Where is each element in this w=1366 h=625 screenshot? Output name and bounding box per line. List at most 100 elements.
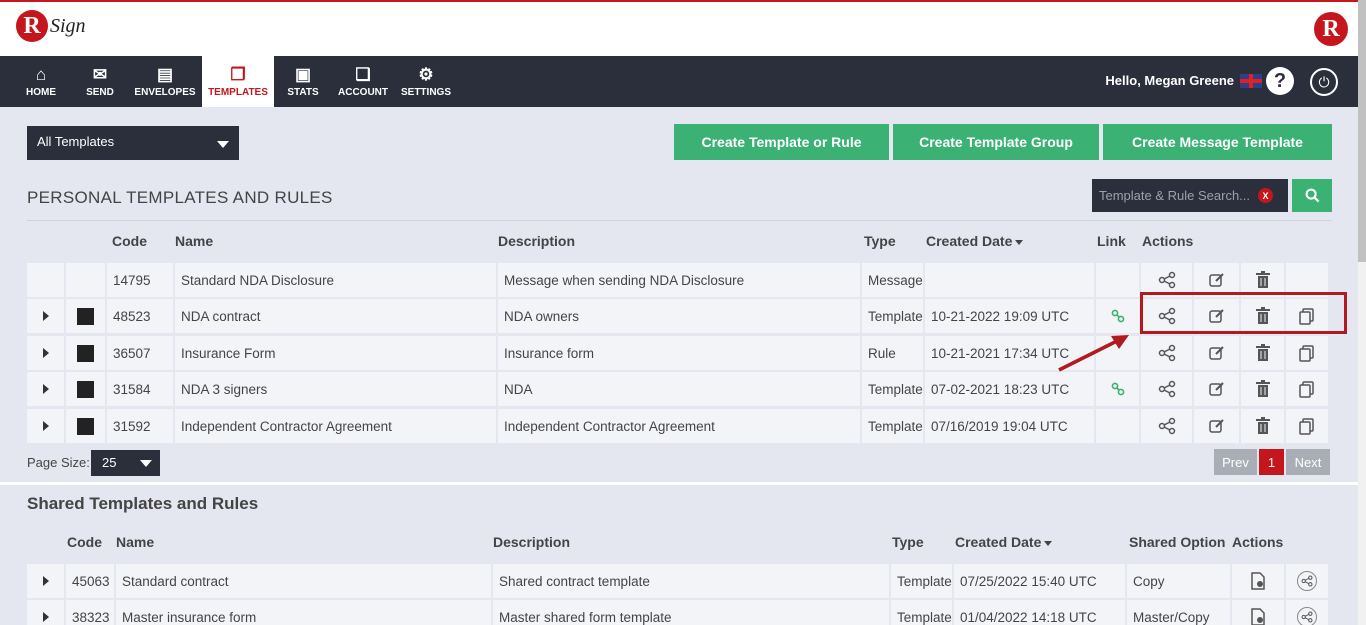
document-settings-icon[interactable]	[1250, 572, 1266, 590]
select-cell[interactable]	[66, 299, 107, 333]
clear-search-icon[interactable]: X	[1258, 188, 1273, 203]
share-icon[interactable]	[1158, 380, 1176, 398]
expand-cell[interactable]	[27, 336, 66, 370]
row-checkbox[interactable]	[77, 417, 94, 435]
trash-icon[interactable]	[1255, 380, 1271, 398]
nav-templates[interactable]: ❐ TEMPLATES	[202, 56, 274, 107]
help-button[interactable]: ?	[1266, 67, 1294, 95]
row-checkbox[interactable]	[77, 380, 94, 398]
copy-cell[interactable]	[1286, 372, 1330, 406]
edit-icon[interactable]	[1208, 344, 1226, 362]
create-template-group-button[interactable]: Create Template Group	[893, 124, 1099, 160]
row-checkbox[interactable]	[77, 307, 94, 325]
expand-cell[interactable]	[27, 299, 66, 333]
nav-account[interactable]: ❏ ACCOUNT	[336, 56, 390, 107]
shared-col-name[interactable]: Name	[116, 534, 154, 550]
share-circle-icon[interactable]	[1297, 571, 1317, 591]
user-greeting[interactable]: Hello, Megan Greene	[1105, 73, 1262, 88]
nav-home[interactable]: ⌂ HOME	[18, 56, 64, 107]
col-description[interactable]: Description	[498, 233, 575, 249]
expand-cell[interactable]	[27, 263, 66, 297]
link-cell	[1096, 409, 1141, 443]
trash-icon[interactable]	[1255, 417, 1271, 435]
doc-action-cell[interactable]	[1232, 564, 1286, 598]
delete-cell[interactable]	[1241, 372, 1286, 406]
template-filter-select[interactable]: All Templates	[27, 126, 239, 160]
expand-arrow-icon[interactable]	[42, 421, 49, 431]
copy-icon[interactable]	[1298, 344, 1316, 362]
expand-cell[interactable]	[27, 564, 66, 598]
share-cell[interactable]	[1286, 564, 1330, 598]
col-name[interactable]: Name	[175, 233, 213, 249]
nav-stats[interactable]: ▣ STATS	[282, 56, 324, 107]
scrollbar[interactable]	[1358, 0, 1366, 625]
share-cell[interactable]	[1141, 336, 1194, 370]
select-cell[interactable]	[66, 263, 107, 297]
delete-cell[interactable]	[1241, 336, 1286, 370]
uk-flag-icon[interactable]	[1240, 73, 1262, 88]
scrollbar-thumb[interactable]	[1358, 0, 1366, 262]
expand-cell[interactable]	[27, 600, 66, 625]
type-cell: Message	[862, 263, 925, 297]
nav-envelopes[interactable]: ▤ ENVELOPES	[132, 56, 198, 107]
expand-arrow-icon[interactable]	[42, 576, 49, 586]
edit-icon[interactable]	[1208, 380, 1226, 398]
share-cell[interactable]	[1141, 409, 1194, 443]
delete-cell[interactable]	[1241, 409, 1286, 443]
logout-button[interactable]: ⏻	[1310, 68, 1338, 96]
name-cell: Standard NDA Disclosure	[175, 263, 498, 297]
nav-settings[interactable]: ⚙ SETTINGS	[400, 56, 452, 107]
col-type[interactable]: Type	[864, 233, 896, 249]
select-cell[interactable]	[66, 409, 107, 443]
edit-icon[interactable]	[1208, 417, 1226, 435]
copy-cell[interactable]	[1286, 409, 1330, 443]
share-icon[interactable]	[1158, 344, 1176, 362]
link-icon[interactable]	[1111, 309, 1125, 323]
share-cell[interactable]	[1141, 372, 1194, 406]
expand-arrow-icon[interactable]	[42, 348, 49, 358]
share-cell[interactable]	[1286, 600, 1330, 625]
row-checkbox[interactable]	[77, 344, 94, 362]
edit-cell[interactable]	[1194, 372, 1241, 406]
link-icon[interactable]	[1111, 382, 1125, 396]
shared-col-type[interactable]: Type	[892, 534, 924, 550]
share-icon[interactable]	[1158, 271, 1176, 289]
page-1-button[interactable]: 1	[1259, 449, 1284, 475]
share-icon[interactable]	[1301, 611, 1313, 623]
template-search-input[interactable]: Template & Rule Search... X	[1092, 179, 1288, 212]
shared-col-description[interactable]: Description	[493, 534, 570, 550]
edit-cell[interactable]	[1194, 409, 1241, 443]
trash-icon[interactable]	[1255, 344, 1271, 362]
select-cell[interactable]	[66, 372, 107, 406]
created-date-cell: 10-21-2022 19:09 UTC	[925, 299, 1096, 333]
create-message-template-button[interactable]: Create Message Template	[1103, 124, 1332, 160]
share-circle-icon[interactable]	[1297, 607, 1317, 625]
expand-arrow-icon[interactable]	[42, 384, 49, 394]
expand-arrow-icon[interactable]	[42, 612, 49, 622]
create-template-rule-button[interactable]: Create Template or Rule	[674, 124, 889, 160]
next-page-button[interactable]: Next	[1286, 449, 1330, 475]
edit-cell[interactable]	[1194, 336, 1241, 370]
shared-col-created-date[interactable]: Created Date	[955, 534, 1053, 550]
col-created-date[interactable]: Created Date	[926, 233, 1024, 249]
expand-arrow-icon[interactable]	[42, 311, 49, 321]
copy-icon[interactable]	[1298, 380, 1316, 398]
prev-page-button[interactable]: Prev	[1214, 449, 1257, 475]
share-icon[interactable]	[1301, 575, 1313, 587]
expand-cell[interactable]	[27, 409, 66, 443]
col-code[interactable]: Code	[112, 233, 147, 249]
trash-icon[interactable]	[1255, 271, 1271, 289]
shared-col-code[interactable]: Code	[67, 534, 102, 550]
doc-action-cell[interactable]	[1232, 600, 1286, 625]
search-button[interactable]	[1292, 179, 1332, 212]
page-size-select[interactable]: 25	[91, 450, 160, 476]
nav-send[interactable]: ✉ SEND	[78, 56, 122, 107]
share-icon[interactable]	[1158, 417, 1176, 435]
rsign-logo[interactable]: R Sign	[16, 10, 86, 42]
edit-icon[interactable]	[1208, 271, 1226, 289]
expand-cell[interactable]	[27, 372, 66, 406]
select-cell[interactable]	[66, 336, 107, 370]
copy-icon[interactable]	[1298, 417, 1316, 435]
copy-cell[interactable]	[1286, 336, 1330, 370]
document-settings-icon[interactable]	[1250, 608, 1266, 625]
